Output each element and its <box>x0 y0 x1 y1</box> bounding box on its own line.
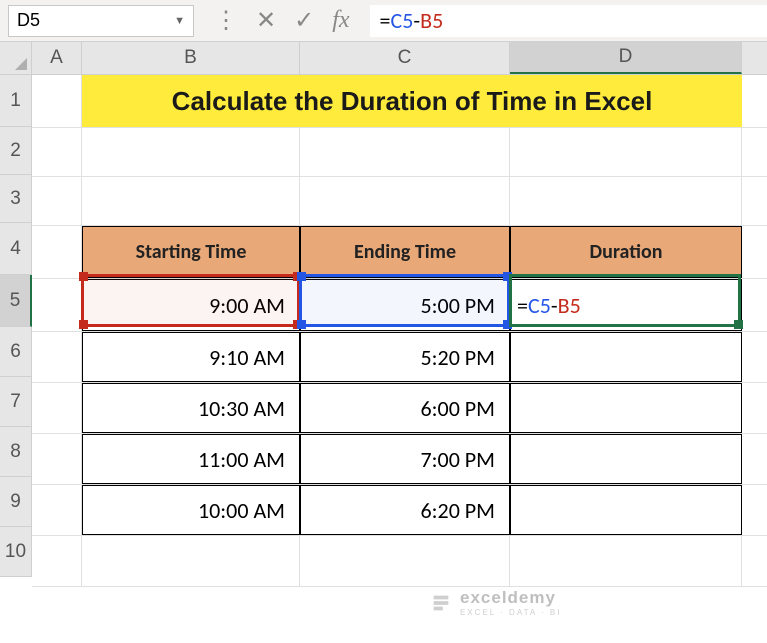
cell-a9[interactable] <box>32 485 82 535</box>
name-box-dropdown-icon[interactable]: ▼ <box>174 15 185 27</box>
formula-equals: = <box>380 7 391 34</box>
col-header-a[interactable]: A <box>32 42 82 74</box>
select-all-corner[interactable] <box>0 42 32 74</box>
watermark: exceldemy EXCEL · DATA · BI <box>430 588 561 617</box>
cell-d5[interactable]: =C5-B5 <box>510 279 742 331</box>
cell-d5-formula: =C5-B5 <box>517 292 581 319</box>
cell-c8[interactable]: 7:00 PM <box>300 434 510 484</box>
row-header-6[interactable]: 6 <box>0 327 32 377</box>
cell-a8[interactable] <box>32 434 82 484</box>
cell-a10[interactable] <box>32 536 82 586</box>
cells-area: Calculate the Duration of Time in Excel … <box>32 75 767 587</box>
cell-a3[interactable] <box>32 177 82 225</box>
row-header-7[interactable]: 7 <box>0 377 32 427</box>
cell-b3[interactable] <box>82 177 300 225</box>
row-header-4[interactable]: 4 <box>0 223 32 275</box>
watermark-logo-icon <box>430 592 452 614</box>
cell-a5[interactable] <box>32 279 82 331</box>
cell-c7[interactable]: 6:00 PM <box>300 383 510 433</box>
title-cell[interactable]: Calculate the Duration of Time in Excel <box>82 75 742 127</box>
cell-d6[interactable] <box>510 332 742 382</box>
cell-b7[interactable]: 10:30 AM <box>82 383 300 433</box>
cell-b9[interactable]: 10:00 AM <box>82 485 300 535</box>
cell-c5[interactable]: 5:00 PM <box>300 279 510 331</box>
row-header-10[interactable]: 10 <box>0 527 32 577</box>
header-ending-time[interactable]: Ending Time <box>300 226 510 278</box>
row-headers: 1 2 3 4 5 6 7 8 9 10 <box>0 75 32 587</box>
cell-d9[interactable] <box>510 485 742 535</box>
formula-ref-c5: C5 <box>391 7 414 34</box>
name-box[interactable]: D5 ▼ <box>8 5 194 37</box>
column-headers: A B C D <box>0 42 767 75</box>
row-header-5[interactable]: 5 <box>0 275 32 327</box>
row-header-9[interactable]: 9 <box>0 477 32 527</box>
row-header-2[interactable]: 2 <box>0 127 32 175</box>
cell-a6[interactable] <box>32 332 82 382</box>
cancel-icon[interactable]: ✕ <box>256 6 276 35</box>
watermark-tag: EXCEL · DATA · BI <box>460 608 561 617</box>
cell-b6[interactable]: 9:10 AM <box>82 332 300 382</box>
cell-d2[interactable] <box>510 128 742 176</box>
cell-b5[interactable]: 9:00 AM <box>82 279 300 331</box>
cell-c2[interactable] <box>300 128 510 176</box>
col-header-c[interactable]: C <box>300 42 510 74</box>
header-starting-time[interactable]: Starting Time <box>82 226 300 278</box>
cell-c9[interactable]: 6:20 PM <box>300 485 510 535</box>
cell-b10[interactable] <box>82 536 300 586</box>
formula-ref-b5: B5 <box>420 7 443 34</box>
cell-d10[interactable] <box>510 536 742 586</box>
header-duration[interactable]: Duration <box>510 226 742 278</box>
cell-b2[interactable] <box>82 128 300 176</box>
cell-a7[interactable] <box>32 383 82 433</box>
cell-a1[interactable] <box>32 75 82 127</box>
watermark-name: exceldemy <box>460 588 561 608</box>
fx-icon[interactable]: fx <box>332 7 349 34</box>
row-header-8[interactable]: 8 <box>0 427 32 477</box>
dots-icon[interactable]: ⋮ <box>214 6 238 35</box>
formula-bar: D5 ▼ ⋮ ✕ ✓ fx =C5-B5 <box>0 0 767 42</box>
cell-b8[interactable]: 11:00 AM <box>82 434 300 484</box>
name-box-value: D5 <box>17 10 40 31</box>
formula-bar-icons: ⋮ ✕ ✓ fx <box>194 6 370 35</box>
spreadsheet-grid: A B C D 1 2 3 4 5 6 7 8 9 10 Calculate t… <box>0 42 767 587</box>
cell-d3[interactable] <box>510 177 742 225</box>
row-header-1[interactable]: 1 <box>0 75 32 127</box>
cell-c3[interactable] <box>300 177 510 225</box>
formula-input[interactable]: =C5-B5 <box>370 5 767 37</box>
cell-c6[interactable]: 5:20 PM <box>300 332 510 382</box>
col-header-d[interactable]: D <box>510 42 742 74</box>
cell-d8[interactable] <box>510 434 742 484</box>
col-header-b[interactable]: B <box>82 42 300 74</box>
formula-minus: - <box>413 7 420 34</box>
cell-a2[interactable] <box>32 128 82 176</box>
cell-c10[interactable] <box>300 536 510 586</box>
cell-a4[interactable] <box>32 226 82 278</box>
row-header-3[interactable]: 3 <box>0 175 32 223</box>
cell-d7[interactable] <box>510 383 742 433</box>
enter-icon[interactable]: ✓ <box>294 6 314 35</box>
